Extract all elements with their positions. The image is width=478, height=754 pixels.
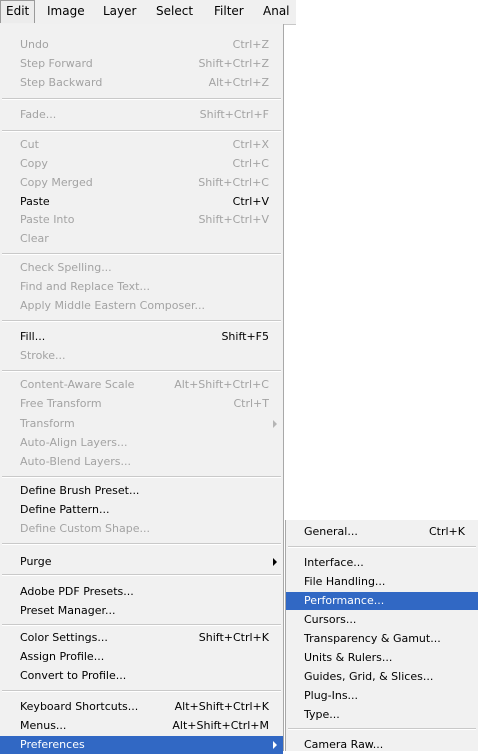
menu-item-fill[interactable]: Fill... Shift+F5 (0, 328, 283, 346)
menu-item-step-backward[interactable]: Step Backward Alt+Ctrl+Z (0, 74, 283, 92)
menubar-select[interactable]: Select (151, 0, 198, 23)
menu-item-fade[interactable]: Fade... Shift+Ctrl+F (0, 106, 283, 124)
menu-item-find-replace[interactable]: Find and Replace Text... (0, 278, 283, 296)
submenu-arrow-icon (273, 420, 277, 428)
menu-bar: Edit Image Layer Select Filter Anal (0, 0, 296, 25)
menu-item-transform[interactable]: Transform (0, 415, 283, 433)
submenu-item-transparency[interactable]: Transparency & Gamut... (286, 630, 478, 648)
submenu-arrow-icon (273, 558, 277, 566)
submenu-item-plugins[interactable]: Plug-Ins... (286, 687, 478, 705)
edit-menu: Undo Ctrl+Z Step Forward Shift+Ctrl+Z Step… (0, 24, 284, 754)
menu-item-undo[interactable]: Undo Ctrl+Z (0, 36, 283, 54)
menu-separator (2, 98, 281, 100)
menubar-layer[interactable]: Layer (98, 0, 141, 23)
menu-item-apply-middle-eastern[interactable]: Apply Middle Eastern Composer... (0, 297, 283, 315)
submenu-item-general[interactable]: General... Ctrl+K (286, 523, 478, 541)
menu-item-adobe-pdf-presets[interactable]: Adobe PDF Presets... (0, 583, 283, 601)
menu-item-assign-profile[interactable]: Assign Profile... (0, 648, 283, 666)
menu-separator (2, 574, 281, 576)
menu-item-check-spelling[interactable]: Check Spelling... (0, 259, 283, 277)
menu-separator (2, 543, 281, 545)
menu-separator (288, 546, 476, 548)
menu-item-content-aware-scale[interactable]: Content-Aware Scale Alt+Shift+Ctrl+C (0, 376, 283, 394)
preferences-submenu: General... Ctrl+K Interface... File Handl… (285, 520, 478, 751)
menu-item-keyboard-shortcuts[interactable]: Keyboard Shortcuts... Alt+Shift+Ctrl+K (0, 698, 283, 716)
menu-item-copy[interactable]: Copy Ctrl+C (0, 155, 283, 173)
menu-item-define-pattern[interactable]: Define Pattern... (0, 501, 283, 519)
submenu-item-guides[interactable]: Guides, Grid, & Slices... (286, 668, 478, 686)
submenu-item-file-handling[interactable]: File Handling... (286, 573, 478, 591)
menu-item-auto-align[interactable]: Auto-Align Layers... (0, 434, 283, 452)
menu-item-menus[interactable]: Menus... Alt+Shift+Ctrl+M (0, 717, 283, 735)
submenu-item-units-rulers[interactable]: Units & Rulers... (286, 649, 478, 667)
menu-item-copy-merged[interactable]: Copy Merged Shift+Ctrl+C (0, 174, 283, 192)
menubar-filter[interactable]: Filter (209, 0, 249, 23)
menu-item-preset-manager[interactable]: Preset Manager... (0, 602, 283, 620)
menu-item-clear[interactable]: Clear (0, 230, 283, 248)
menubar-analysis[interactable]: Anal (258, 0, 295, 23)
menu-separator (2, 370, 281, 372)
menu-item-step-forward[interactable]: Step Forward Shift+Ctrl+Z (0, 55, 283, 73)
menu-separator (2, 476, 281, 478)
menu-item-paste-into[interactable]: Paste Into Shift+Ctrl+V (0, 211, 283, 229)
menu-item-stroke[interactable]: Stroke... (0, 347, 283, 365)
submenu-arrow-icon (273, 741, 277, 749)
menu-separator (2, 690, 281, 692)
submenu-item-camera-raw[interactable]: Camera Raw... (286, 736, 478, 754)
menu-item-cut[interactable]: Cut Ctrl+X (0, 136, 283, 154)
submenu-item-cursors[interactable]: Cursors... (286, 611, 478, 629)
submenu-item-type[interactable]: Type... (286, 706, 478, 724)
menu-separator (2, 130, 281, 132)
menubar-edit[interactable]: Edit (0, 0, 36, 23)
menubar-image[interactable]: Image (42, 0, 90, 23)
menu-item-convert-profile[interactable]: Convert to Profile... (0, 667, 283, 685)
menu-item-free-transform[interactable]: Free Transform Ctrl+T (0, 395, 283, 413)
submenu-item-performance[interactable]: Performance... (286, 592, 478, 610)
menu-item-auto-blend[interactable]: Auto-Blend Layers... (0, 453, 283, 471)
menu-separator (288, 728, 476, 730)
submenu-item-interface[interactable]: Interface... (286, 554, 478, 572)
menu-item-preferences[interactable]: Preferences (0, 736, 283, 754)
menu-item-purge[interactable]: Purge (0, 553, 283, 571)
menu-separator (2, 253, 281, 255)
menu-item-color-settings[interactable]: Color Settings... Shift+Ctrl+K (0, 629, 283, 647)
menu-item-define-shape[interactable]: Define Custom Shape... (0, 520, 283, 538)
menu-separator (2, 320, 281, 322)
menu-separator (2, 624, 281, 626)
menu-item-define-brush[interactable]: Define Brush Preset... (0, 482, 283, 500)
menu-item-paste[interactable]: Paste Ctrl+V (0, 193, 283, 211)
